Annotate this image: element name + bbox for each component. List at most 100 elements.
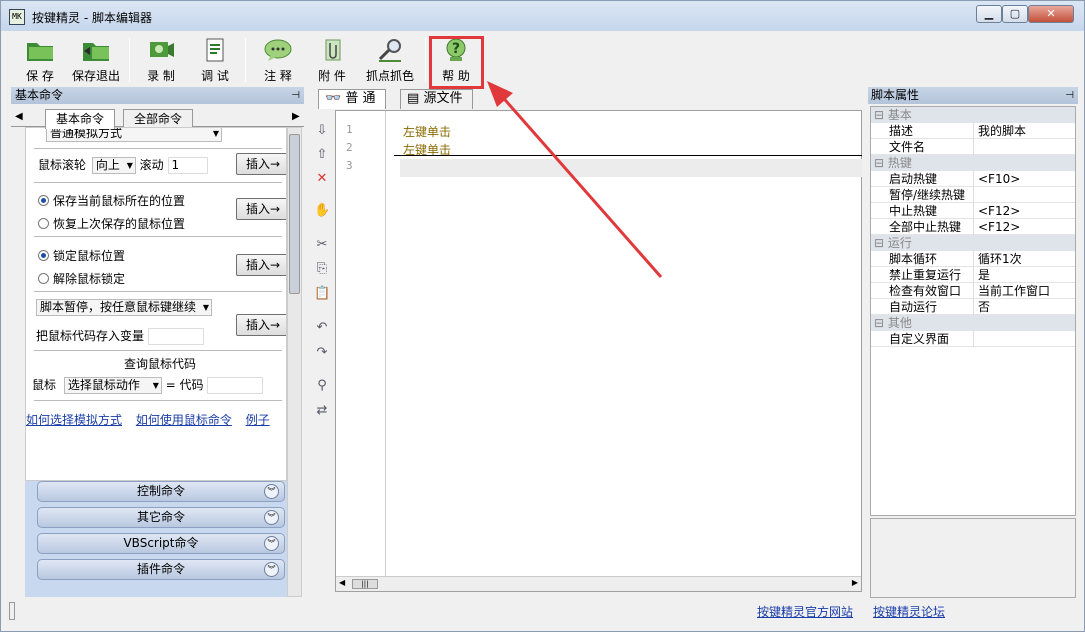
prop-row[interactable]: 全部中止热键 <F12> (871, 219, 1075, 235)
radio-save-position[interactable]: 保存当前鼠标所在的位置 (38, 192, 185, 209)
redo-icon[interactable]: ↷ (314, 345, 330, 361)
prop-row[interactable]: 启动热键 <F10> (871, 171, 1075, 187)
attach-button[interactable]: 附 件 (312, 35, 352, 85)
divider (973, 283, 974, 299)
category-other[interactable]: ⊟ 其他 (871, 315, 1075, 331)
pick-label: 抓点抓色 (365, 69, 414, 83)
pin-icon[interactable]: ⊣ (291, 87, 300, 104)
pin-icon[interactable]: ⊣ (1065, 87, 1074, 104)
scroll-left-icon[interactable]: ◀ (339, 578, 345, 587)
props-title: 脚本属性 (871, 88, 920, 102)
paste-icon[interactable]: 📋 (314, 286, 330, 302)
cut-icon[interactable]: ✂ (314, 237, 330, 253)
props-header: 脚本属性 ⊣ (868, 87, 1078, 104)
store-code-row: 把鼠标代码存入变量 (36, 327, 204, 345)
official-site-link[interactable]: 按键精灵官方网站 (757, 603, 853, 620)
move-up-icon[interactable]: ⇧ (314, 147, 330, 163)
group-plugin-commands[interactable]: 插件命令 ︾ (37, 559, 285, 580)
attach-label: 附 件 (318, 69, 346, 83)
tab-normal-view[interactable]: 👓 普 通 (318, 89, 387, 109)
link-choose-mode[interactable]: 如何选择模拟方式 (26, 413, 122, 427)
prop-row[interactable]: 检查有效窗口 当前工作窗口 (871, 283, 1075, 299)
record-button[interactable]: 录 制 (141, 35, 181, 85)
tab-source-view[interactable]: ▤ 源文件 (400, 89, 474, 109)
code-line[interactable]: 左键单击 (403, 141, 451, 158)
radio-restore-position[interactable]: 恢复上次保存的鼠标位置 (38, 215, 185, 232)
category-basic[interactable]: ⊟ 基本 (871, 107, 1075, 123)
divider (973, 219, 974, 235)
pick-point-color-button[interactable]: 抓点抓色 (364, 35, 416, 85)
scrollbar-thumb[interactable] (289, 134, 300, 294)
comment-button[interactable]: 注 释 (258, 35, 298, 85)
prop-key: 检查有效窗口 (889, 284, 962, 298)
divider (973, 187, 974, 203)
debug-button[interactable]: 调 试 (195, 35, 235, 85)
tab-scroll-left-icon[interactable]: ◀ (15, 111, 23, 122)
vertical-scrollbar[interactable] (287, 127, 302, 597)
category-hotkey[interactable]: ⊟ 热键 (871, 155, 1075, 171)
mode-select[interactable]: 普通模拟方式 ▼ (46, 128, 222, 142)
chevron-down-icon: ▼ (202, 303, 209, 312)
delete-icon[interactable]: ✕ (314, 171, 330, 187)
insert-button[interactable]: 插入→ (236, 198, 286, 220)
prop-row[interactable]: 描述 我的脚本 (871, 123, 1075, 139)
link-example[interactable]: 例子 (246, 413, 270, 427)
radio-save-position-label: 保存当前鼠标所在的位置 (53, 194, 186, 208)
horizontal-scrollbar[interactable]: ◀ ||| ▶ (336, 576, 861, 591)
prop-row[interactable]: 自定义界面 (871, 331, 1075, 347)
scroll-amount-input[interactable]: 1 (167, 157, 208, 174)
panel-title: 基本命令 (15, 88, 64, 102)
scrollbar-thumb[interactable]: ||| (352, 579, 378, 589)
tab-all-commands[interactable]: 全部命令 (123, 109, 194, 128)
store-variable-input[interactable] (147, 328, 204, 345)
save-exit-button[interactable]: 保存退出 (70, 35, 122, 85)
radio-restore-position-label: 恢复上次保存的鼠标位置 (53, 217, 186, 231)
undo-icon[interactable]: ↶ (314, 320, 330, 336)
insert-button[interactable]: 插入→ (236, 153, 286, 175)
divider (973, 203, 974, 219)
replace-icon[interactable]: ⇄ (314, 403, 330, 419)
glasses-icon: 👓 (325, 91, 342, 106)
prop-row[interactable]: 禁止重复运行 是 (871, 267, 1075, 283)
command-body: 普通模拟方式 ▼ 鼠标滚轮 向上 ▼ 滚动 1 插入→ 保存当前鼠标所在的位置 恢复… (25, 127, 287, 481)
prop-row[interactable]: 暂停/继续热键 (871, 187, 1075, 203)
group-control-commands[interactable]: 控制命令 ︾ (37, 481, 285, 502)
group-vbscript-commands[interactable]: VBScript命令 ︾ (37, 533, 285, 554)
title-bar[interactable]: MK 按键精灵 - 脚本编辑器 ▁ ▢ ✕ (1, 1, 1084, 31)
command-groups: 控制命令 ︾ 其它命令 ︾ VBScript命令 ︾ 插件命令 ︾ (25, 481, 287, 597)
save-button[interactable]: 保 存 (18, 35, 62, 85)
move-down-icon[interactable]: ⇩ (314, 123, 330, 139)
insert-button[interactable]: 插入→ (236, 254, 286, 276)
script-editor[interactable]: 1 2 3 左键单击 左键单击 ◀ ||| ▶ (335, 110, 862, 592)
divider (973, 299, 974, 315)
category-run[interactable]: ⊟ 运行 (871, 235, 1075, 251)
link-how-to-use[interactable]: 如何使用鼠标命令 (136, 413, 232, 427)
code-line[interactable]: 左键单击 (403, 123, 451, 140)
minimize-button[interactable]: ▁ (976, 5, 1002, 23)
wheel-direction-select[interactable]: 向上 ▼ (91, 157, 136, 174)
radio-lock-position[interactable]: 锁定鼠标位置 (38, 247, 125, 264)
group-other-commands[interactable]: 其它命令 ︾ (37, 507, 285, 528)
mouse-action-select[interactable]: 选择鼠标动作 ▼ (63, 377, 162, 394)
prop-row[interactable]: 自动运行 否 (871, 299, 1075, 315)
forum-link[interactable]: 按键精灵论坛 (873, 603, 945, 620)
code-output-field[interactable] (207, 377, 264, 394)
pause-select[interactable]: 脚本暂停，按任意鼠标键继续 ▼ (36, 299, 212, 316)
copy-icon[interactable]: ⎘ (314, 261, 330, 277)
maximize-button[interactable]: ▢ (1002, 5, 1028, 23)
find-icon[interactable]: ⚲ (314, 378, 330, 394)
radio-icon (38, 273, 49, 284)
insert-button[interactable]: 插入→ (236, 314, 286, 336)
prop-row[interactable]: 脚本循环 循环1次 (871, 251, 1075, 267)
toolbar-separator (425, 38, 426, 82)
tab-basic-commands[interactable]: 基本命令 (45, 109, 116, 129)
prop-row[interactable]: 中止热键 <F12> (871, 203, 1075, 219)
prop-row[interactable]: 文件名 (871, 139, 1075, 155)
tab-scroll-right-icon[interactable]: ▶ (292, 111, 300, 122)
prop-key: 文件名 (889, 140, 926, 154)
scroll-right-icon[interactable]: ▶ (852, 578, 858, 587)
hand-icon[interactable]: ✋ (314, 203, 330, 219)
radio-unlock[interactable]: 解除鼠标锁定 (38, 270, 125, 287)
close-button[interactable]: ✕ (1028, 5, 1074, 23)
editor-side-toolbar: ⇩ ⇧ ✕ ✋ ✂ ⎘ 📋 ↶ ↷ ⚲ ⇄ (309, 119, 335, 599)
